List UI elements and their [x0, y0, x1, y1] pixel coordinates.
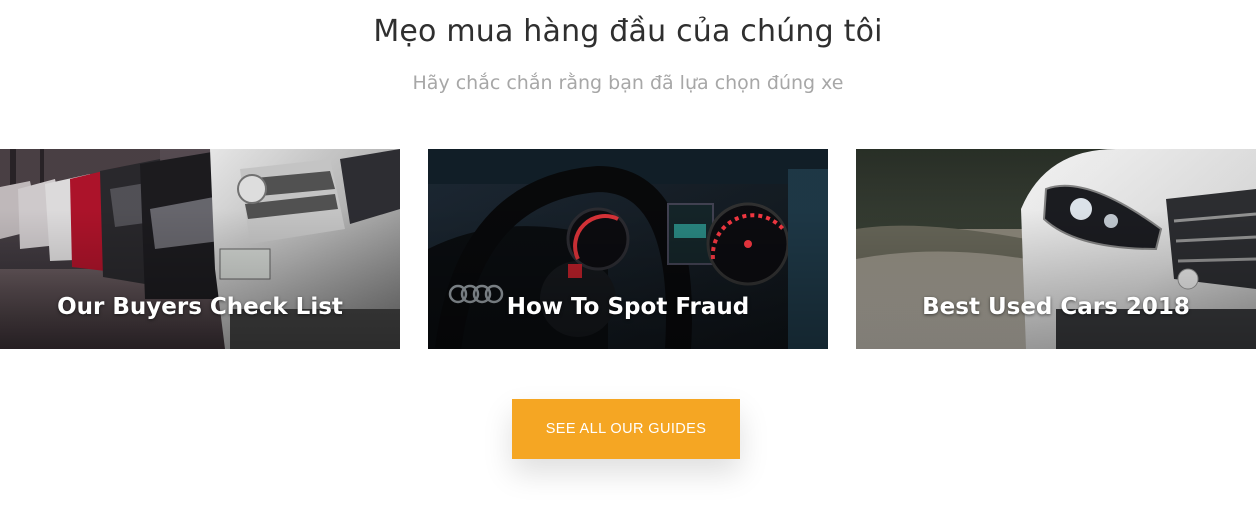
card-title: Our Buyers Check List — [57, 294, 343, 320]
guide-card-spot-fraud[interactable]: How To Spot Fraud — [428, 149, 828, 349]
section-heading: Mẹo mua hàng đầu của chúng tôi — [373, 14, 883, 49]
card-title: How To Spot Fraud — [506, 294, 750, 320]
guides-section: Mẹo mua hàng đầu của chúng tôi Hãy chắc … — [0, 0, 1256, 519]
guide-card-buyers-checklist[interactable]: Our Buyers Check List — [0, 149, 400, 349]
guide-card-best-used-cars[interactable]: Best Used Cars 2018 — [856, 149, 1256, 349]
section-subheading: Hãy chắc chắn rằng bạn đã lựa chọn đúng … — [412, 72, 844, 94]
see-all-guides-button[interactable]: SEE ALL OUR GUIDES — [512, 399, 740, 459]
card-title: Best Used Cars 2018 — [922, 294, 1190, 320]
